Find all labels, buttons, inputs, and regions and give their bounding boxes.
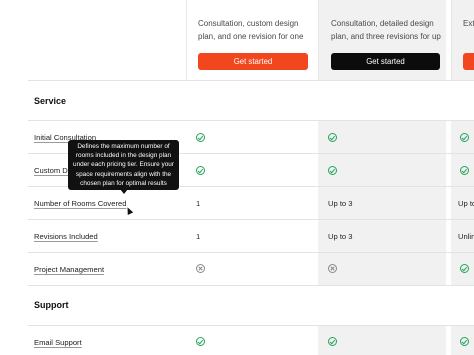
rooms-plan3-value: Up to (458, 199, 474, 208)
column-divider (186, 0, 187, 80)
plan1-get-started-button[interactable]: Get started (198, 53, 308, 70)
header-empty-cell (0, 0, 186, 80)
revisions-plan1-value: 1 (196, 232, 201, 241)
feature-revisions-included[interactable]: Revisions Included (34, 232, 98, 241)
rooms-plan1-value: 1 (196, 199, 201, 208)
row-divider (28, 120, 474, 121)
check-icon (196, 337, 205, 346)
revisions-plan3-value: Unlin (458, 232, 474, 241)
row-divider (28, 219, 474, 220)
column-divider (451, 0, 452, 80)
support-section-row (0, 286, 474, 325)
check-icon (196, 133, 205, 142)
mouse-cursor-icon (124, 206, 134, 215)
check-icon (328, 166, 337, 175)
check-icon (460, 133, 469, 142)
feature-rooms-covered[interactable]: Number of Rooms Covered (34, 199, 126, 208)
service-section-row (0, 81, 474, 120)
check-icon (196, 166, 205, 175)
feature-email-support[interactable]: Email Support (34, 338, 82, 347)
section-title-service: Service (34, 96, 67, 106)
feature-project-management[interactable]: Project Management (34, 265, 104, 274)
row-divider (28, 325, 474, 326)
check-icon (460, 264, 469, 273)
rooms-covered-tooltip: Defines the maximum number of rooms incl… (68, 140, 179, 190)
plan3-get-started-button[interactable] (463, 53, 474, 70)
column-divider (318, 0, 319, 80)
feature-custom-design[interactable]: Custom De (34, 166, 72, 175)
plan2-description: Consultation, detailed design plan, and … (331, 19, 441, 41)
check-icon (328, 133, 337, 142)
rooms-plan2-value: Up to 3 (328, 199, 353, 208)
plan3-description: Ext... (463, 19, 474, 28)
plan2-get-started-button[interactable]: Get started (331, 53, 440, 70)
section-title-support: Support (34, 300, 69, 310)
tooltip-arrow (120, 189, 128, 194)
check-icon (460, 337, 469, 346)
check-icon (460, 166, 469, 175)
revisions-plan2-value: Up to 3 (328, 232, 353, 241)
row-divider (28, 252, 474, 253)
cross-icon (328, 264, 337, 273)
check-icon (328, 337, 337, 346)
cross-icon (196, 264, 205, 273)
plan1-description: Consultation, custom design plan, and on… (198, 19, 304, 41)
